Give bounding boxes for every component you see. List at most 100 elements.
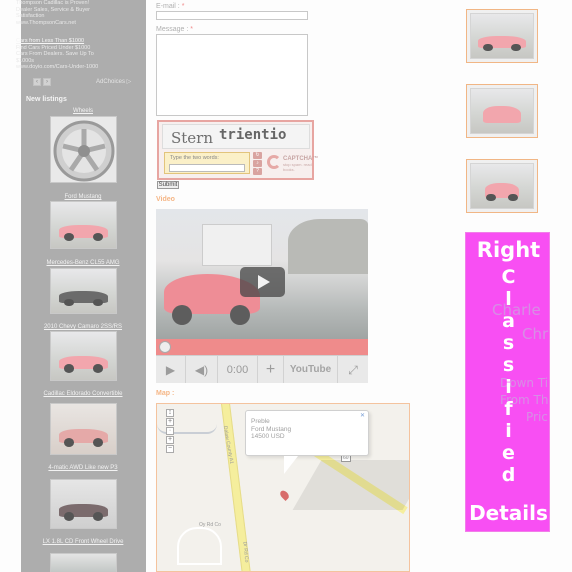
- add-icon[interactable]: +: [258, 356, 284, 383]
- map-road: [177, 527, 222, 565]
- car-image: [51, 404, 116, 454]
- gallery-thumb-1[interactable]: [466, 9, 538, 63]
- video-trees: [288, 219, 368, 274]
- listing-title[interactable]: Ford Mustang: [33, 194, 133, 201]
- car-wheel: [483, 43, 494, 52]
- close-icon[interactable]: ✕: [360, 412, 365, 419]
- captcha-word-1: Stern: [171, 129, 214, 147]
- video-progress-bar[interactable]: [156, 339, 368, 355]
- email-label: E-mail : *: [156, 3, 184, 10]
- car-image: [51, 202, 116, 248]
- gallery-thumb-2[interactable]: [466, 84, 538, 138]
- map-info-vehicle: Ford Mustang: [251, 425, 292, 433]
- listing-title[interactable]: Cadillac Eldorado Convertible: [33, 391, 133, 398]
- banner-bg-text: Chr: [522, 325, 549, 343]
- fullscreen-icon[interactable]: ⤢: [338, 356, 368, 383]
- volume-icon[interactable]: ◀): [186, 356, 218, 383]
- captcha-help-icon[interactable]: ?: [253, 168, 262, 175]
- map-pan-icon[interactable]: ↕: [166, 409, 174, 417]
- captcha-image: Stern trientio: [162, 124, 310, 149]
- ad-url: www.doyio.com/Cars-Under-1000: [16, 64, 99, 70]
- ad-prev-icon[interactable]: ‹: [33, 78, 41, 86]
- car-wheel: [92, 232, 103, 242]
- car-image: [470, 13, 534, 59]
- car-shape: [483, 105, 521, 124]
- car-wheel: [510, 43, 521, 52]
- listing-title[interactable]: LX 1.8L CD Front Wheel Drive: [33, 539, 133, 546]
- listing-thumb-mustang[interactable]: [50, 201, 117, 249]
- car-wheel: [92, 364, 103, 373]
- listing-thumb-lx[interactable]: [50, 553, 117, 572]
- car-wheel: [508, 193, 519, 202]
- car-wheel: [64, 298, 75, 307]
- listing-thumb-wheels[interactable]: [50, 116, 117, 183]
- map-marker-icon[interactable]: [278, 488, 291, 502]
- play-overlay-icon[interactable]: [240, 267, 285, 297]
- progress-knob[interactable]: [159, 341, 171, 353]
- car-wheel: [485, 193, 496, 202]
- location-map[interactable]: Dalaw County A1 Oy Rd Co Dr Rd Co 60 ↕ +…: [156, 403, 410, 572]
- sponsored-ad-top[interactable]: Thompson Cadillac is Proven! Dealer Sale…: [16, 0, 126, 26]
- video-frame[interactable]: [156, 209, 368, 355]
- video-car-wheel: [230, 305, 250, 325]
- message-field[interactable]: [156, 34, 308, 116]
- car-image: [51, 480, 116, 528]
- sponsored-ad-bottom[interactable]: Cars from Less Than $1000 Find Cars Pric…: [16, 38, 126, 71]
- listing-thumb-cadillac[interactable]: [50, 403, 117, 455]
- gallery-thumb-3[interactable]: [466, 159, 538, 213]
- banner-letter: i: [505, 376, 512, 398]
- email-label-text: E-mail :: [156, 3, 180, 10]
- captcha-refresh-icon[interactable]: ↻: [253, 152, 262, 159]
- new-listings-heading: New listings: [26, 96, 67, 103]
- youtube-logo[interactable]: YouTube: [284, 356, 338, 383]
- listing-title[interactable]: 2010 Chevy Camaro 2SS/RS: [33, 324, 133, 331]
- listing-title[interactable]: Wheels: [33, 108, 133, 115]
- listing-thumb-mercedes[interactable]: [50, 268, 117, 314]
- adchoices-label[interactable]: AdChoices ▷: [96, 78, 131, 85]
- message-label: Message : *: [156, 26, 193, 33]
- banner-word-details: Details: [469, 501, 548, 525]
- listing-title[interactable]: Mercedes-Benz CL55 AMG: [33, 260, 133, 267]
- car-wheel: [64, 364, 75, 373]
- listing-thumb-camaro[interactable]: [50, 331, 117, 381]
- video-car-wheel: [172, 305, 192, 325]
- email-field[interactable]: [156, 11, 308, 20]
- recaptcha-tagline: stop spam. read books.: [283, 162, 312, 172]
- banner-bg-text: Pric: [526, 410, 548, 424]
- map-zoom-in-2-icon[interactable]: +: [166, 436, 174, 444]
- listing-thumb-4matic[interactable]: [50, 479, 117, 529]
- video-controls: ▶ ◀) 0:00 + YouTube ⤢: [156, 355, 368, 383]
- map-info-price: 14500 USD: [251, 433, 285, 440]
- submit-button[interactable]: Submit: [157, 181, 179, 189]
- car-image: [51, 554, 116, 572]
- map-info-place: Preble: [251, 418, 270, 425]
- recaptcha-logo-icon: [267, 155, 281, 169]
- banner-letter: s: [502, 354, 515, 376]
- map-info-window: ✕ Preble Ford Mustang 14500 USD: [245, 410, 369, 474]
- ad-url: www.ThompsonCars.net: [16, 19, 76, 26]
- ad-next-icon[interactable]: ›: [43, 78, 51, 86]
- captcha-input[interactable]: [169, 164, 245, 172]
- captcha-audio-icon[interactable]: ♪: [253, 160, 262, 167]
- video-player[interactable]: ▶ ◀) 0:00 + YouTube ⤢: [156, 209, 368, 383]
- listing-title[interactable]: 4-matic AWD Like new P3: [33, 465, 133, 472]
- required-mark: *: [190, 26, 193, 33]
- captcha-buttons: ↻ ♪ ?: [253, 152, 263, 176]
- map-zoom-in-icon[interactable]: +: [166, 418, 174, 426]
- map-zoom-controls: ↕ + · + −: [162, 408, 178, 454]
- classified-details-banner[interactable]: Charle Chr Down Ti From Th Pric Right C …: [465, 232, 550, 532]
- message-label-text: Message :: [156, 26, 189, 33]
- banner-letter: a: [502, 310, 515, 332]
- recaptcha-logo: CAPTCHA™ stop spam. read books.: [267, 153, 318, 173]
- captcha-hint: Type the two words:: [170, 155, 219, 161]
- map-zoom-level-icon[interactable]: ·: [166, 427, 174, 435]
- time-display: 0:00: [218, 356, 258, 383]
- banner-letter: e: [502, 442, 515, 464]
- map-road-label: Dr Rd Co: [241, 541, 250, 563]
- map-info-shadow: [292, 460, 409, 510]
- video-heading: Video: [156, 196, 175, 203]
- banner-letter: f: [504, 398, 513, 420]
- map-road-label: Oy Rd Co: [199, 522, 221, 528]
- map-zoom-out-icon[interactable]: −: [166, 445, 174, 453]
- play-icon[interactable]: ▶: [156, 356, 186, 383]
